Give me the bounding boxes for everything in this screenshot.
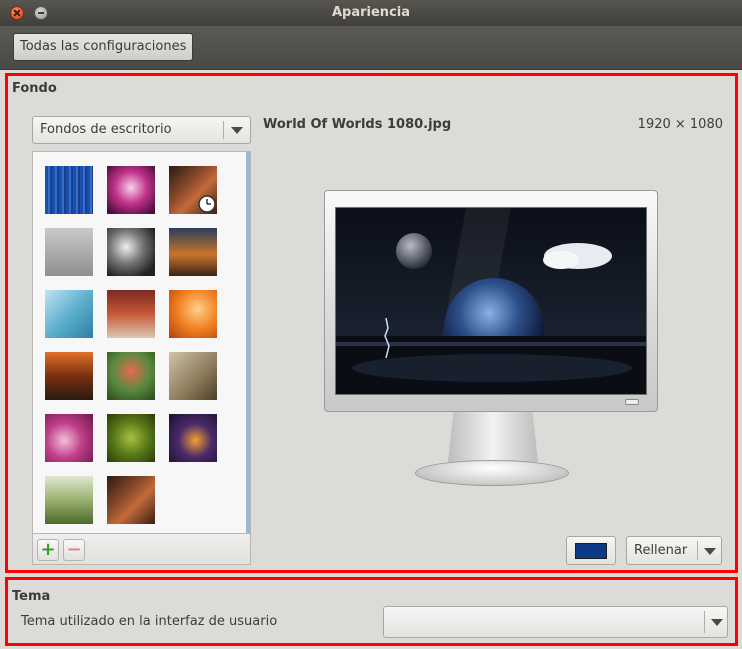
wallpaper-thumbnail[interactable] bbox=[45, 476, 93, 524]
chevron-down-icon bbox=[231, 127, 243, 134]
wallpaper-thumbnail[interactable] bbox=[169, 228, 217, 276]
theme-combo[interactable] bbox=[383, 606, 728, 638]
fill-mode-combo[interactable]: Rellenar bbox=[626, 536, 722, 565]
wallpaper-name: World Of Worlds 1080.jpg bbox=[263, 117, 452, 132]
wallpaper-source-combo[interactable]: Fondos de escritorio bbox=[32, 116, 251, 144]
wallpaper-thumbnail[interactable] bbox=[107, 476, 155, 524]
window-title: Apariencia bbox=[331, 5, 410, 20]
slideshow-clock-icon bbox=[198, 195, 216, 213]
background-color-button[interactable] bbox=[566, 536, 616, 565]
combo-separator bbox=[704, 611, 705, 633]
wallpaper-thumbnail[interactable] bbox=[45, 352, 93, 400]
wallpaper-list-scrollbar[interactable] bbox=[246, 152, 250, 533]
fill-mode-selected: Rellenar bbox=[634, 543, 688, 558]
wallpaper-thumbnail-selected[interactable] bbox=[169, 166, 217, 214]
wallpaper-thumbnail[interactable] bbox=[45, 414, 93, 462]
wallpaper-thumbnail[interactable] bbox=[107, 166, 155, 214]
background-section-title: Fondo bbox=[12, 81, 57, 96]
toolbar: Todas las configuraciones bbox=[0, 26, 742, 70]
window-titlebar: Apariencia bbox=[0, 0, 742, 26]
wallpaper-source-selected: Fondos de escritorio bbox=[40, 122, 172, 137]
color-swatch bbox=[575, 543, 607, 559]
theme-section-title: Tema bbox=[12, 589, 51, 604]
wallpaper-thumbnail[interactable] bbox=[45, 228, 93, 276]
wallpaper-thumbnail[interactable] bbox=[169, 414, 217, 462]
wallpaper-thumbnail[interactable] bbox=[107, 352, 155, 400]
wallpaper-thumbnail[interactable] bbox=[169, 290, 217, 338]
wallpaper-list-footer: + − bbox=[32, 533, 251, 565]
theme-label: Tema utilizado en la interfaz de usuario bbox=[21, 614, 278, 629]
minimize-window-icon[interactable] bbox=[34, 6, 48, 20]
chevron-down-icon bbox=[711, 619, 723, 626]
wallpaper-thumbnail[interactable] bbox=[169, 352, 217, 400]
wallpaper-resolution: 1920 × 1080 bbox=[637, 117, 723, 132]
wallpaper-thumbnail[interactable] bbox=[107, 290, 155, 338]
wallpaper-thumbnail[interactable] bbox=[45, 166, 93, 214]
close-window-icon[interactable] bbox=[10, 6, 24, 20]
monitor-stand bbox=[448, 412, 538, 462]
monitor-base bbox=[415, 460, 569, 486]
remove-wallpaper-button[interactable]: − bbox=[63, 539, 85, 561]
chevron-down-icon bbox=[704, 548, 716, 555]
all-settings-button[interactable]: Todas las configuraciones bbox=[13, 33, 194, 61]
monitor-preview bbox=[324, 190, 658, 412]
wallpaper-list bbox=[32, 151, 251, 533]
wallpaper-thumbnail[interactable] bbox=[107, 228, 155, 276]
combo-separator bbox=[223, 121, 224, 139]
monitor-power-button bbox=[625, 399, 639, 405]
wallpaper-thumbnail[interactable] bbox=[45, 290, 93, 338]
combo-separator bbox=[697, 541, 698, 560]
wallpaper-thumbnail[interactable] bbox=[107, 414, 155, 462]
wallpaper-preview-image bbox=[335, 207, 647, 395]
add-wallpaper-button[interactable]: + bbox=[37, 539, 59, 561]
